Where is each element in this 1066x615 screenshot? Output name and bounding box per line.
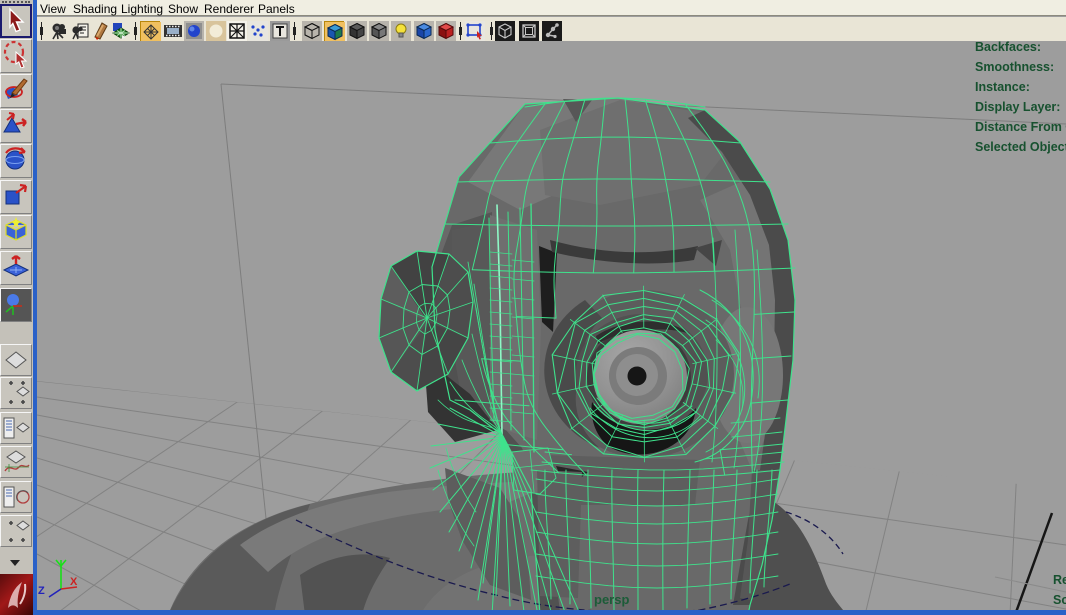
svg-text:Backfaces:: Backfaces: (975, 41, 1041, 54)
svg-text:Z: Z (38, 585, 45, 597)
svg-text:Distance From Ca: Distance From Ca (975, 120, 1066, 134)
svg-text:X: X (70, 576, 78, 588)
svg-text:Selected Objects:: Selected Objects: (975, 140, 1066, 154)
svg-text:Instance:: Instance: (975, 80, 1030, 94)
svg-text:Display Layer:: Display Layer: (975, 100, 1060, 114)
svg-text:Sour: Sour (1053, 593, 1066, 607)
svg-text:Smoothness:: Smoothness: (975, 60, 1054, 74)
svg-text:persp: persp (594, 592, 629, 607)
svg-text:Rend: Rend (1053, 573, 1066, 587)
